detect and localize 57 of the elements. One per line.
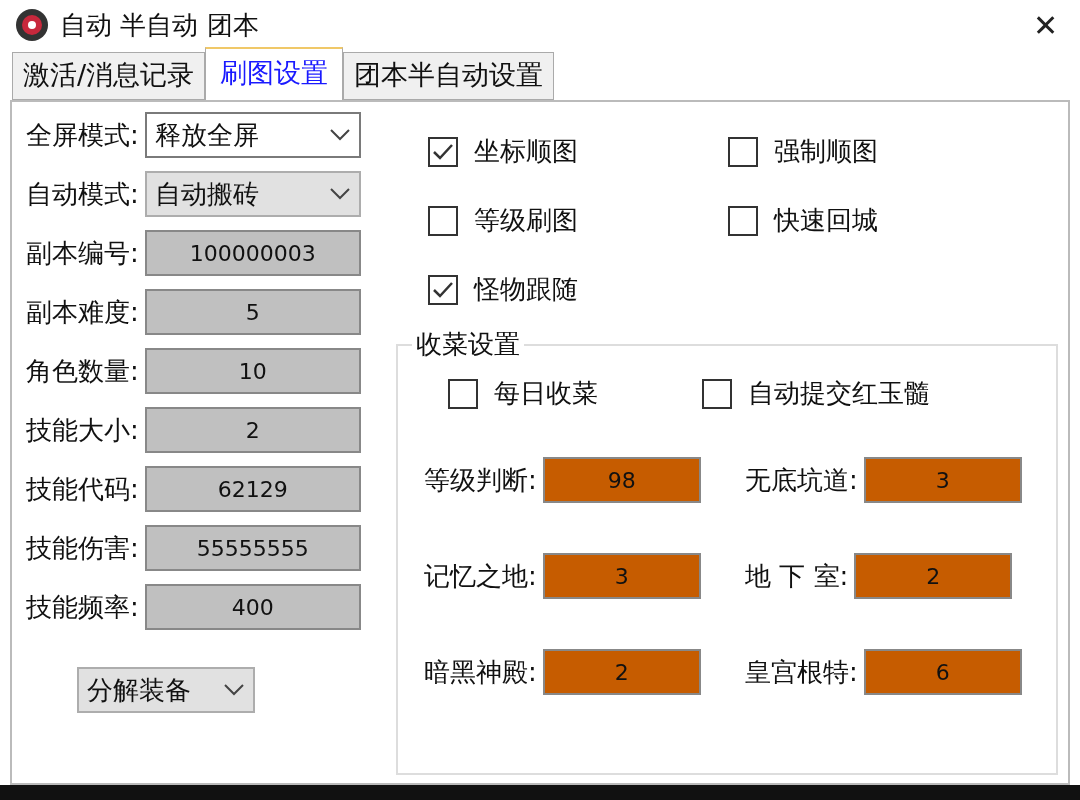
checkbox-label: 等级刷图 xyxy=(474,204,578,237)
group-title: 收菜设置 xyxy=(415,328,521,361)
field-label: 技能频率: xyxy=(26,590,139,624)
window-title: 自动 半自动 团本 xyxy=(60,8,260,42)
field-label: 地 下 室: xyxy=(745,559,849,593)
checkbox-label: 怪物跟随 xyxy=(474,273,578,306)
checkbox-label: 快速回城 xyxy=(774,204,878,237)
tab[interactable]: 激活/消息记录 xyxy=(12,52,206,100)
input-field[interactable]: 98 xyxy=(542,457,701,503)
app-logo-icon xyxy=(14,7,50,43)
input-field[interactable]: 400 xyxy=(144,584,361,630)
tab[interactable]: 团本半自动设置 xyxy=(343,52,555,100)
input-field[interactable]: 6 xyxy=(863,649,1022,695)
field-label: 无底坑道: xyxy=(745,463,858,497)
chevron-down-icon xyxy=(328,187,351,201)
field-label: 角色数量: xyxy=(26,354,139,388)
field-label: 等级判断: xyxy=(424,463,537,497)
checkbox[interactable] xyxy=(728,136,758,167)
chevron-down-icon xyxy=(328,128,351,142)
checkbox-label: 自动提交红玉髓 xyxy=(748,377,930,410)
input-field[interactable]: 3 xyxy=(542,553,701,599)
input-field[interactable]: 62129 xyxy=(144,466,361,512)
field-label: 技能大小: xyxy=(26,413,139,447)
checkbox-label: 每日收菜 xyxy=(494,377,598,410)
input-field[interactable]: 2 xyxy=(542,649,701,695)
input-field[interactable]: 2 xyxy=(144,407,361,453)
dropdown[interactable]: 自动搬砖 xyxy=(144,171,361,217)
input-field[interactable]: 55555555 xyxy=(144,525,361,571)
field-label: 副本编号: xyxy=(26,236,139,270)
field-label: 技能伤害: xyxy=(26,531,139,565)
input-field[interactable]: 3 xyxy=(863,457,1022,503)
field-label: 全屏模式: xyxy=(26,118,139,152)
dropdown[interactable]: 分解装备 xyxy=(77,667,255,713)
checkbox-label: 强制顺图 xyxy=(774,135,878,168)
checkbox[interactable] xyxy=(728,205,758,236)
checkbox[interactable] xyxy=(428,205,458,236)
field-label: 技能代码: xyxy=(26,472,139,506)
check-icon xyxy=(432,142,454,161)
input-field[interactable]: 100000003 xyxy=(144,230,361,276)
checkbox[interactable] xyxy=(448,378,478,409)
chevron-down-icon xyxy=(223,683,245,697)
check-icon xyxy=(432,280,454,299)
checkbox[interactable] xyxy=(702,378,732,409)
input-field[interactable]: 10 xyxy=(144,348,361,394)
field-label: 副本难度: xyxy=(26,295,139,329)
checkbox-label: 坐标顺图 xyxy=(474,135,578,168)
input-field[interactable]: 2 xyxy=(854,553,1013,599)
checkbox[interactable] xyxy=(428,274,458,305)
checkbox[interactable] xyxy=(428,136,458,167)
field-label: 记忆之地: xyxy=(424,559,537,593)
field-label: 自动模式: xyxy=(26,177,139,211)
input-field[interactable]: 5 xyxy=(144,289,361,335)
tab[interactable]: 刷图设置 xyxy=(205,47,344,101)
dropdown[interactable]: 释放全屏 xyxy=(144,112,361,158)
field-label: 皇宫根特: xyxy=(745,655,858,689)
close-button[interactable]: ✕ xyxy=(1025,7,1066,43)
field-label: 暗黑神殿: xyxy=(424,655,537,689)
